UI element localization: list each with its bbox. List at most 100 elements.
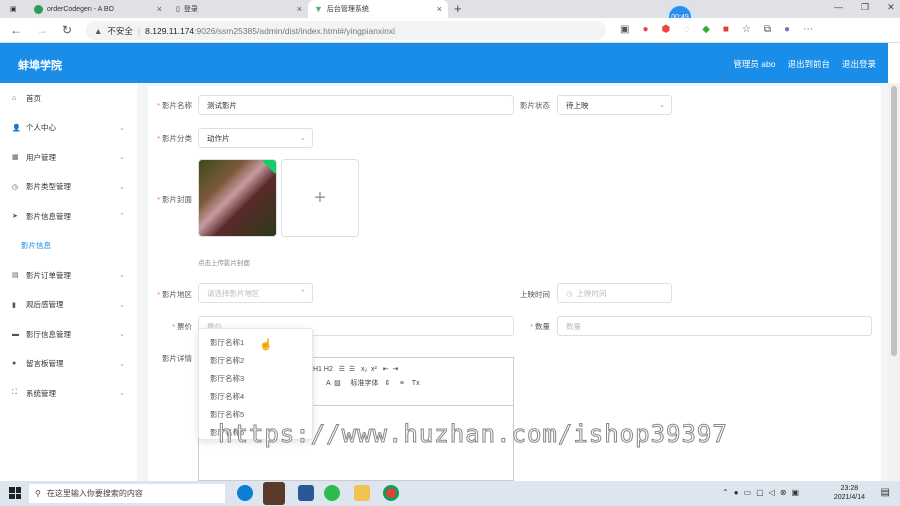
chevron-down-icon: ⌄ [300,135,306,142]
sidebar-item-label: 首页 [26,93,41,103]
sidebar-item-label: 留言板管理 [26,359,64,368]
warning-icon: ▲ [94,25,103,36]
close-tab-icon[interactable]: × [157,4,162,14]
label-name: * 影片名称 [157,101,192,110]
page-icon: ▯ [176,6,180,13]
sidebar-item[interactable]: ▬ 影厅信息管理 ⌄ [0,319,137,349]
chevron-up-icon: ⌃ [300,290,306,297]
collections-icon[interactable]: ⧉ [764,24,771,35]
security-label: 不安全 [107,25,133,36]
network-icon: ▢ [756,488,764,497]
sidebar-item[interactable]: ➤ 影片信息管理 ⌃ [0,201,137,231]
taskbar-clock[interactable]: 23:28 2021/4/14 [834,484,865,502]
chevron-down-icon: ⌄ [119,301,125,309]
new-tab-button[interactable]: + [454,1,462,16]
category-select[interactable]: 动作片 ⌄ [198,128,313,148]
profile-icon[interactable]: ● [784,24,790,35]
cover-image[interactable] [198,159,277,237]
user-icon: 👤 [12,124,21,132]
label-cover: * 影片封面 [157,195,192,204]
restore-icon[interactable]: ❐ [861,2,869,13]
dropdown-option[interactable]: 影厅名称4 [199,387,314,405]
vue-icon: ▼ [314,4,323,14]
scrollbar-thumb[interactable] [891,86,897,356]
taskbar-search[interactable]: ⚲ 在这里输入你要搜索的内容 [29,484,225,503]
back-to-front-link[interactable]: 退出到前台 [787,58,830,70]
sidebar-item[interactable]: ⛶ 系统管理 ⌄ [0,378,137,408]
clock-icon: ◷ [12,183,19,191]
windows-start-icon[interactable] [9,487,21,499]
release-date-input[interactable]: ◷ 上映时间 [557,283,672,303]
sidebar-item[interactable]: ● 留言板管理 ⌄ [0,349,137,379]
label-detail: 影片详情 [162,354,192,363]
sidebar-item[interactable]: 影片信息 [0,231,137,261]
sidebar-item-label: 影片信息 [21,241,51,250]
tab-admin[interactable]: ▼ 后台管理系统 × [308,0,448,18]
windows-taskbar: ⚲ 在这里输入你要搜索的内容 ⌃ ● ▭ ▢ ◁ ⊗ ▣ 23:28 2021/4/14 ▤ [0,481,900,506]
extension-icon[interactable]: ◆ [702,24,710,35]
url-host: 8.129.11.174 [145,25,195,36]
clock-icon: ◷ [566,288,573,298]
extension-icon[interactable]: ▣ [620,24,629,35]
app-header: 蚌埠学院 管理员 abo 退出到前台 退出登录 [0,43,888,83]
keyboard-icon: ▣ [791,488,800,497]
notification-icon[interactable]: ▤ [881,487,890,498]
status-select[interactable]: 待上映 ⌄ [557,95,672,115]
word-icon[interactable] [298,485,314,501]
expand-icon: ⛶ [12,389,17,396]
tab-login[interactable]: ▯ 登录 × [170,0,308,18]
sidebar-item[interactable]: ▮ 观后感管理 ⌄ [0,290,137,320]
close-tab-icon[interactable]: × [297,4,302,14]
editor-toolbar-row2[interactable]: A ▨ 标准字体 ⇕ ≡ Tx [326,378,420,388]
favorites-icon[interactable]: ☆ [742,24,751,35]
region-select[interactable]: 请选择影片地区 ⌃ [198,283,313,303]
chrome-icon[interactable] [383,485,399,501]
window-menu-icon[interactable]: ▣ [4,0,24,18]
back-icon[interactable]: ← [10,23,22,37]
system-tray[interactable]: ⌃ ● ▭ ▢ ◁ ⊗ ▣ [722,488,799,497]
logout-link[interactable]: 退出登录 [842,58,876,70]
extension-icon[interactable]: ◌ [683,24,689,35]
close-tab-icon[interactable]: × [437,4,442,14]
upload-hint: 点击上传影片封面 [198,260,250,267]
label-price: * 票价 [172,322,192,331]
dropdown-option[interactable]: 影厅名称1 [199,333,314,351]
grid-icon: ▤ [12,272,19,279]
chevron-down-icon: ⌄ [659,102,665,109]
name-input[interactable]: 测试影片 [198,95,514,115]
battery-icon: ▭ [743,488,752,497]
sidebar-item[interactable]: ▦ 用户管理 ⌄ [0,142,137,172]
extension-icon[interactable]: ■ [723,24,729,35]
admin-user[interactable]: 管理员 abo [733,58,775,70]
url-bar[interactable]: ▲ 不安全 | 8.129.11.174:9026/ssm25385/admin… [86,21,606,40]
quantity-input[interactable]: 数量 [557,316,872,336]
minimize-icon[interactable]: — [834,2,843,13]
chevron-down-icon: ⌄ [119,183,125,191]
app-icon[interactable] [263,482,285,505]
users-icon: ▦ [12,154,19,161]
close-window-icon[interactable]: ✕ [887,2,895,13]
sidebar-item[interactable]: 👤 个人中心 ⌄ [0,113,137,143]
forward-icon[interactable]: → [36,23,48,37]
edge-icon[interactable] [237,485,253,501]
upload-plus-button[interactable]: + [281,159,359,237]
tab-ordercodegen[interactable]: orderCodegen - A BO × [28,0,168,18]
cursor-hand-icon: ☝ [259,339,273,351]
ime-icon: ⊗ [779,488,787,497]
editor-toolbar-row1[interactable]: H1 H2 ☰ ☰ x₂ x² ⇤ ⇥ [313,365,398,373]
chevron-up-icon: ⌃ [722,488,729,497]
more-icon[interactable]: ⋯ [803,24,813,35]
dropdown-option[interactable]: 影厅名称2 [199,351,314,369]
sidebar: ⌂ 首页 👤 个人中心 ⌄ ▦ 用户管理 ⌄ ◷ 影片类型管理 ⌄ ➤ 影片信息管理 ⌃ 影片信息 ▤ 影片订单… [0,83,137,481]
sidebar-item-label: 影厅信息管理 [26,329,71,339]
folder-icon[interactable] [354,485,370,501]
extension-icon[interactable]: ● [642,24,648,35]
sidebar-item[interactable]: ▤ 影片订单管理 ⌄ [0,260,137,290]
chevron-down-icon: ⌄ [119,331,125,338]
dropdown-option[interactable]: 影厅名称3 [199,369,314,387]
sidebar-item[interactable]: ◷ 影片类型管理 ⌄ [0,172,137,202]
wechat-icon[interactable] [324,485,340,501]
extension-icon[interactable]: ⬢ [662,24,671,35]
reload-icon[interactable]: ↻ [62,23,72,37]
sidebar-item[interactable]: ⌂ 首页 [0,83,137,113]
